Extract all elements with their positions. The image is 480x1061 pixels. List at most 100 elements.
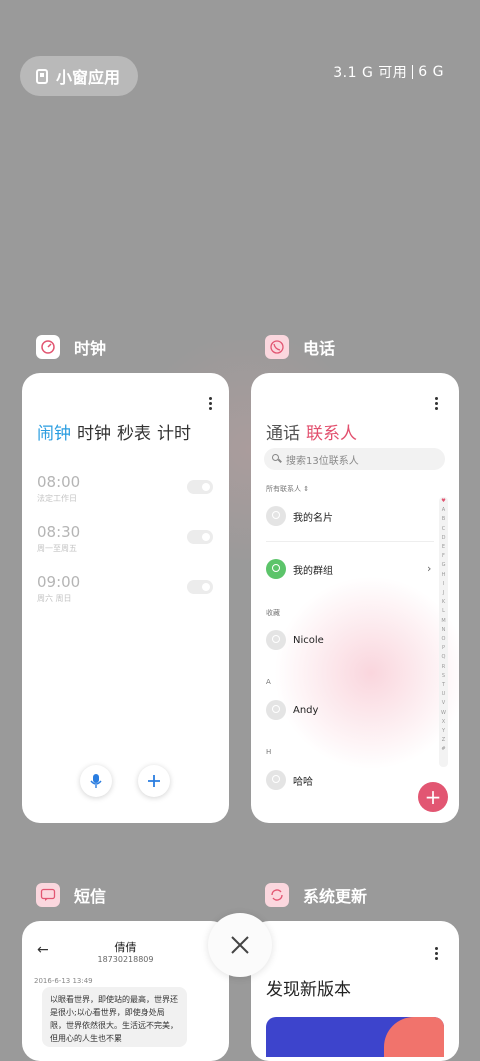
alphabet-index-letter[interactable]: J xyxy=(439,589,448,598)
microphone-icon xyxy=(90,774,102,788)
plus-icon: + xyxy=(424,785,442,809)
sms-app-header[interactable]: 短信 xyxy=(36,883,106,907)
memory-total: 6 G xyxy=(418,64,444,80)
alphabet-index-letter[interactable]: K xyxy=(439,598,448,607)
avatar xyxy=(266,770,286,790)
alphabet-index-letter[interactable]: Y xyxy=(439,727,448,736)
groups-icon xyxy=(266,559,286,579)
contact-number: 18730218809 xyxy=(97,955,154,964)
clock-app-card[interactable]: 闹钟 时钟 秒表 计时 08:00 法定工作日 08:30 周一至周五 09:00 周… xyxy=(22,373,229,823)
update-banner-image xyxy=(266,1017,444,1057)
alarm-repeat: 法定工作日 xyxy=(37,494,77,503)
alphabet-index-letter[interactable]: F xyxy=(439,552,448,561)
tab-alarm[interactable]: 闹钟 xyxy=(37,424,71,444)
my-groups-row[interactable]: 我的群组 xyxy=(266,559,333,579)
contacts-search-input[interactable]: 搜索13位联系人 xyxy=(264,448,445,470)
alphabet-index-letter[interactable]: S xyxy=(439,672,448,681)
my-groups-label: 我的群组 xyxy=(293,565,333,577)
alphabet-index-letter[interactable]: L xyxy=(439,607,448,616)
alphabet-index-letter[interactable]: N xyxy=(439,626,448,635)
tab-calls[interactable]: 通话 xyxy=(266,424,300,444)
alphabet-index-letter[interactable]: B xyxy=(439,515,448,524)
memory-divider xyxy=(412,65,414,79)
alphabet-index-letter[interactable]: U xyxy=(439,690,448,699)
small-window-label: 小窗应用 xyxy=(56,68,121,87)
alphabet-index-letter[interactable]: V xyxy=(439,699,448,708)
alphabet-index-letter[interactable]: # xyxy=(439,745,448,754)
search-icon xyxy=(272,454,279,461)
chevron-right-icon: › xyxy=(427,562,432,575)
alphabet-index-letter[interactable]: Q xyxy=(439,653,448,662)
avatar xyxy=(266,700,286,720)
conversation-header: 倩倩 18730218809 xyxy=(22,939,229,964)
alarm-repeat: 周六 周日 xyxy=(37,594,72,603)
small-window-icon xyxy=(36,68,48,84)
clear-all-button[interactable] xyxy=(208,913,272,977)
alphabet-index-letter[interactable]: E xyxy=(439,543,448,552)
contact-row[interactable]: Andy xyxy=(266,700,318,720)
sms-app-icon xyxy=(36,883,60,907)
tab-stopwatch[interactable]: 秒表 xyxy=(117,424,151,444)
alarm-repeat: 周一至周五 xyxy=(37,544,77,553)
update-app-name: 系统更新 xyxy=(303,887,368,906)
alphabet-index-letter[interactable]: Z xyxy=(439,736,448,745)
contact-row[interactable]: 哈哈 xyxy=(266,770,313,790)
message-timestamp: 2016-6-13 13:49 xyxy=(34,977,93,985)
plus-icon xyxy=(148,775,160,787)
phone-app-icon xyxy=(265,335,289,359)
contact-name: 倩倩 xyxy=(114,941,137,954)
more-options-icon[interactable] xyxy=(435,947,438,962)
small-window-apps-button[interactable]: 小窗应用 xyxy=(20,56,138,96)
alphabet-index-letter[interactable]: C xyxy=(439,525,448,534)
more-options-icon[interactable] xyxy=(435,397,438,412)
avatar xyxy=(266,630,286,650)
contact-name: Nicole xyxy=(293,634,324,646)
more-options-icon[interactable] xyxy=(209,397,212,412)
alphabet-index[interactable]: ♥ A B C D E F G H I J K L M N O P Q R S T U V W X Y Z # xyxy=(439,497,448,767)
divider xyxy=(266,541,434,542)
tab-clock[interactable]: 时钟 xyxy=(77,424,111,444)
alarm-toggle[interactable] xyxy=(187,580,213,594)
alphabet-index-letter[interactable]: A xyxy=(439,506,448,515)
contact-name: Andy xyxy=(293,704,319,716)
alphabet-index-letter[interactable]: I xyxy=(439,580,448,589)
alphabet-index-letter[interactable]: P xyxy=(439,644,448,653)
update-app-icon xyxy=(265,883,289,907)
contact-row[interactable]: Nicole xyxy=(266,630,324,650)
my-card-row[interactable]: 我的名片 xyxy=(266,506,333,526)
alphabet-index-letter[interactable]: T xyxy=(439,681,448,690)
memory-status: 3.1 G 可用 6 G xyxy=(333,62,444,82)
pink-blob-decoration xyxy=(271,573,459,773)
alarm-toggle[interactable] xyxy=(187,480,213,494)
update-app-card[interactable]: 发现新版本 xyxy=(251,921,459,1061)
alphabet-index-letter[interactable]: R xyxy=(439,663,448,672)
sort-arrows-icon: ⇕ xyxy=(303,485,310,493)
alphabet-index-letter[interactable]: W xyxy=(439,709,448,718)
tab-contacts[interactable]: 联系人 xyxy=(306,424,357,444)
phone-app-header[interactable]: 电话 xyxy=(265,335,335,359)
voice-alarm-button[interactable] xyxy=(80,765,112,797)
phone-app-card[interactable]: 通话 联系人 搜索13位联系人 所有联系人 ⇕ 我的名片 我的群组 › 收藏 Ni… xyxy=(251,373,459,823)
add-contact-button[interactable]: + xyxy=(418,782,448,812)
memory-available: 3.1 G 可用 xyxy=(333,65,408,81)
clock-app-name: 时钟 xyxy=(74,339,107,358)
alphabet-index-letter[interactable]: O xyxy=(439,635,448,644)
all-contacts-label: 所有联系人 xyxy=(266,485,301,493)
sms-app-card[interactable]: ← 倩倩 18730218809 2016-6-13 13:49 以眼看世界，即… xyxy=(22,921,229,1061)
alphabet-index-letter[interactable]: ♥ xyxy=(439,497,448,506)
clock-app-header[interactable]: 时钟 xyxy=(36,335,106,359)
phone-tabs: 通话 联系人 xyxy=(266,419,357,444)
update-app-header[interactable]: 系统更新 xyxy=(265,883,367,907)
alphabet-index-letter[interactable]: D xyxy=(439,534,448,543)
sms-app-name: 短信 xyxy=(74,887,107,906)
all-contacts-filter[interactable]: 所有联系人 ⇕ xyxy=(266,484,309,494)
message-bubble: 以眼看世界，即使站的最高，世界还是很小;以心看世界，即使身处局限，世界依然很大。… xyxy=(42,987,187,1047)
alphabet-index-letter[interactable]: H xyxy=(439,571,448,580)
contact-name: 哈哈 xyxy=(293,776,313,788)
alphabet-index-letter[interactable]: X xyxy=(439,718,448,727)
alphabet-index-letter[interactable]: M xyxy=(439,617,448,626)
alphabet-index-letter[interactable]: G xyxy=(439,561,448,570)
add-alarm-button[interactable] xyxy=(138,765,170,797)
tab-timer[interactable]: 计时 xyxy=(157,424,191,444)
alarm-toggle[interactable] xyxy=(187,530,213,544)
